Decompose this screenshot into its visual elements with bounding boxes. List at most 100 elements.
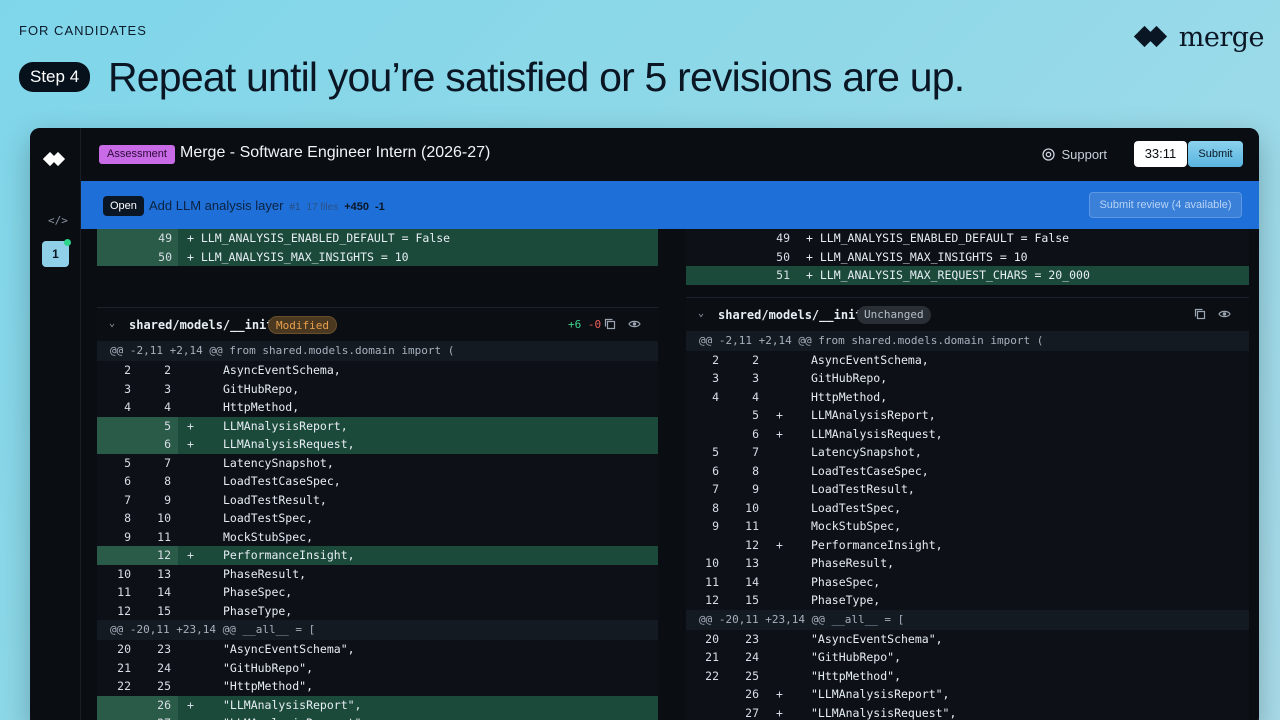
diff-line[interactable]: 4 4 HttpMethod, (97, 398, 658, 417)
diff-marker: + (187, 714, 199, 720)
support-link[interactable]: Support (1042, 147, 1107, 162)
new-line-number: 3 (164, 381, 171, 396)
old-line-number: 3 (124, 381, 131, 396)
pr-additions: +450 (344, 201, 369, 213)
countdown-timer: 33:11 (1134, 141, 1187, 167)
diff-line[interactable]: 27 + "LLMAnalysisRequest", (686, 704, 1249, 720)
diff-line[interactable]: 7 9 LoadTestResult, (686, 480, 1249, 499)
code-text: LLMAnalysisRequest, (811, 426, 943, 441)
code-text: "AsyncEventSchema", (223, 642, 355, 656)
diff-line[interactable]: 10 13 PhaseResult, (686, 554, 1249, 573)
diff-line[interactable]: 22 25 "HttpMethod", (686, 667, 1249, 686)
new-line-number: 24 (157, 660, 171, 675)
eye-icon[interactable] (1218, 308, 1231, 320)
diff-line[interactable]: 21 24 "GitHubRepo", (686, 648, 1249, 667)
diff-line[interactable]: 49 + LLM_ANALYSIS_ENABLED_DEFAULT = False (686, 229, 1249, 248)
diff-line[interactable]: 6 + LLMAnalysisRequest, (97, 435, 658, 454)
diff-marker: + (776, 426, 783, 441)
code-icon[interactable]: </> (48, 214, 68, 227)
diff-line[interactable]: 5 + LLMAnalysisReport, (97, 416, 658, 435)
diff-line[interactable]: 20 23 "AsyncEventSchema", (686, 630, 1249, 649)
code-text: LLMAnalysisReport, (811, 408, 936, 422)
old-line-number: 22 (117, 679, 131, 693)
line-number: 49 (158, 231, 172, 245)
old-line-number: 11 (117, 585, 131, 599)
diff-line[interactable]: 50 + LLM_ANALYSIS_MAX_INSIGHTS = 10 (97, 247, 658, 266)
left-file-header[interactable]: ⌄ shared/models/__init__.py Modified +6 … (97, 307, 658, 341)
diff-line[interactable]: 5 7 LatencySnapshot, (97, 454, 658, 473)
diff-line[interactable]: 6 + LLMAnalysisRequest, (686, 425, 1249, 444)
hunk-header: @@ -2,11 +2,14 @@ from shared.models.dom… (97, 341, 658, 361)
diff-line[interactable]: 7 9 LoadTestResult, (97, 491, 658, 510)
diff-line[interactable]: 50 + LLM_ANALYSIS_MAX_INSIGHTS = 10 (686, 248, 1249, 267)
old-line-number: 9 (124, 529, 131, 544)
code-text: LLMAnalysisReport, (223, 418, 348, 433)
copy-icon[interactable] (1194, 308, 1206, 320)
new-line-number: 6 (752, 426, 759, 441)
diff-line[interactable]: 2 2 AsyncEventSchema, (686, 351, 1249, 370)
old-line-number: 21 (117, 660, 131, 675)
diff-line[interactable]: 21 24 "GitHubRepo", (97, 659, 658, 678)
diff-line[interactable]: 3 3 GitHubRepo, (686, 369, 1249, 388)
old-line-number: 10 (705, 556, 719, 570)
chevron-down-icon[interactable]: ⌄ (698, 308, 704, 319)
diff-line[interactable]: 5 7 LatencySnapshot, (686, 443, 1249, 462)
diff-line[interactable]: 5 + LLMAnalysisReport, (686, 406, 1249, 425)
diff-line[interactable]: 12 15 PhaseType, (686, 591, 1249, 610)
new-line-number: 3 (752, 371, 759, 385)
code-text: PerformanceInsight, (223, 548, 355, 562)
left-rail: </> 1 (30, 128, 81, 720)
diff-line[interactable]: 11 14 PhaseSpec, (686, 573, 1249, 592)
new-line-number: 26 (157, 697, 171, 712)
revision-badge[interactable]: 1 (42, 239, 71, 267)
new-line-number: 27 (147, 714, 171, 720)
diff-line[interactable]: 9 11 MockStubSpec, (686, 517, 1249, 536)
submit-review-button[interactable]: Submit review (4 available) (1089, 192, 1242, 218)
brand-wordmark: merge (1178, 22, 1265, 53)
left-top-rows: 49 + LLM_ANALYSIS_ENABLED_DEFAULT = False… (97, 229, 658, 266)
diff-line[interactable]: 4 4 HttpMethod, (686, 388, 1249, 407)
diff-line[interactable]: 2 2 AsyncEventSchema, (97, 361, 658, 380)
new-line-number: 15 (157, 603, 171, 618)
diff-line[interactable]: 6 8 LoadTestCaseSpec, (97, 472, 658, 491)
brand-logo: merge (1133, 22, 1265, 53)
right-file-header[interactable]: ⌄ shared/models/__init__.py Unchanged (686, 296, 1249, 331)
chevron-down-icon[interactable]: ⌄ (109, 318, 115, 329)
diff-line[interactable]: 12 15 PhaseType, (97, 602, 658, 621)
merge-logo-icon[interactable] (43, 152, 69, 170)
diff-line[interactable]: 12 + PerformanceInsight, (97, 546, 658, 565)
diff-line[interactable]: 20 23 "AsyncEventSchema", (97, 640, 658, 659)
hunk-header: @@ -20,11 +23,14 @@ __all__ = [ (97, 620, 658, 640)
diff-line[interactable]: 3 3 GitHubRepo, (97, 380, 658, 399)
line-number: 50 (776, 249, 790, 264)
code-text: LLMAnalysisRequest, (223, 437, 355, 451)
eye-icon[interactable] (628, 318, 641, 330)
code-text: GitHubRepo, (223, 381, 300, 396)
diff-line[interactable]: 6 8 LoadTestCaseSpec, (686, 462, 1249, 481)
diff-line[interactable]: 11 14 PhaseSpec, (97, 583, 658, 602)
diff-line[interactable]: 22 25 "HttpMethod", (97, 677, 658, 696)
new-line-number: 11 (745, 519, 759, 533)
diff-line[interactable]: 8 10 LoadTestSpec, (686, 499, 1249, 518)
old-line-number: 6 (124, 474, 131, 488)
submit-button[interactable]: Submit (1188, 141, 1243, 167)
pr-summary: Add LLM analysis layer #1 17 files +450 … (149, 198, 385, 213)
diff-line[interactable]: 26 + "LLMAnalysisReport", (686, 685, 1249, 704)
diff-line[interactable]: 27 + "LLMAnalysisRequest", (97, 714, 658, 720)
code-text: "GitHubRepo", (811, 650, 902, 664)
diff-line[interactable]: 9 11 MockStubSpec, (97, 528, 658, 547)
pr-bar: Open Add LLM analysis layer #1 17 files … (81, 181, 1259, 229)
code-text: "LLMAnalysisRequest", (811, 705, 957, 720)
code-text: LoadTestCaseSpec, (223, 474, 341, 488)
diff-line[interactable]: 51 + LLM_ANALYSIS_MAX_REQUEST_CHARS = 20_… (686, 266, 1249, 285)
diff-line[interactable]: 49 + LLM_ANALYSIS_ENABLED_DEFAULT = False (97, 229, 658, 248)
diff-line[interactable]: 26 + "LLMAnalysisReport", (97, 695, 658, 714)
diff-line[interactable]: 12 + PerformanceInsight, (686, 536, 1249, 555)
diff-line[interactable]: 10 13 PhaseResult, (97, 565, 658, 584)
spacer (686, 284, 1249, 297)
copy-icon[interactable] (604, 318, 616, 330)
new-line-number: 12 (157, 548, 171, 562)
new-line-number: 5 (752, 408, 759, 422)
diff-line[interactable]: 8 10 LoadTestSpec, (97, 509, 658, 528)
hunk-header: @@ -20,11 +23,14 @@ __all__ = [ (686, 609, 1249, 630)
